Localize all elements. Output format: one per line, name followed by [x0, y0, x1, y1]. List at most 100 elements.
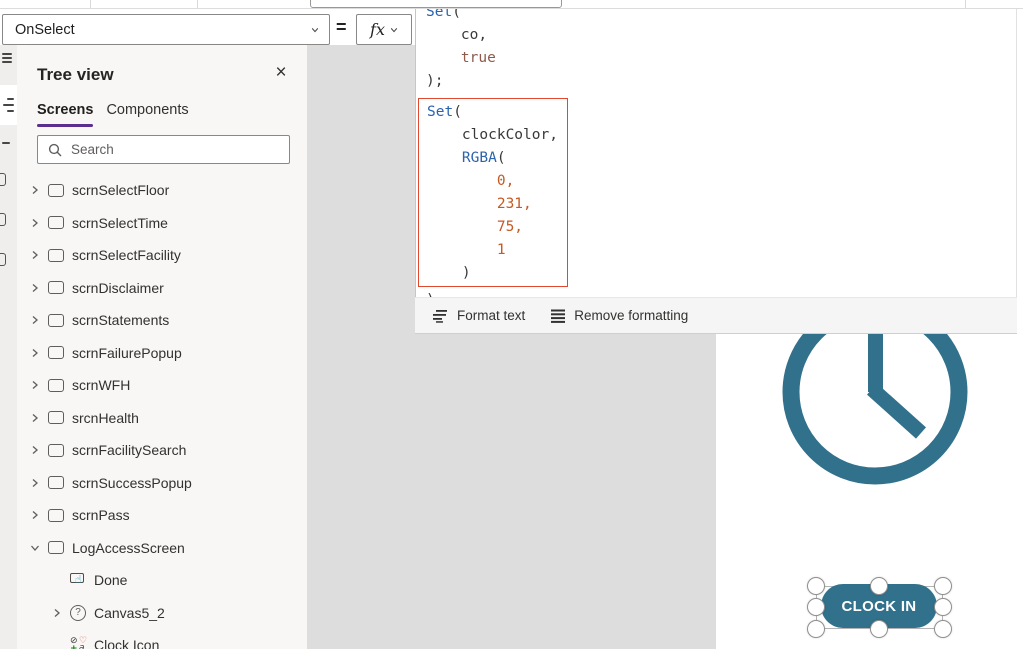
tree-item-label: srcnHealth: [72, 410, 139, 426]
tree-item-Done[interactable]: ☝Done: [17, 564, 307, 597]
property-selector-dropdown[interactable]: OnSelect: [2, 14, 330, 45]
tree-item-label: scrnFailurePopup: [72, 345, 182, 361]
tree-item-scrnFailurePopup[interactable]: scrnFailurePopup: [17, 337, 307, 370]
tree-item-Canvas5_2[interactable]: ?Canvas5_2: [17, 597, 307, 630]
tree-item-label: scrnWFH: [72, 377, 130, 393]
selection-handle-top[interactable]: [870, 577, 888, 595]
tree-item-scrnSelectTime[interactable]: scrnSelectTime: [17, 207, 307, 240]
tree-item-label: scrnSelectFloor: [72, 182, 169, 198]
chevron-right-icon[interactable]: [30, 315, 48, 325]
chevron-right-icon[interactable]: [30, 380, 48, 390]
screen-control-icon: [48, 541, 70, 554]
button-control-icon: ☝: [70, 572, 92, 588]
screen-control-icon: [48, 509, 70, 522]
chevron-right-icon[interactable]: [30, 510, 48, 520]
remove-formatting-label: Remove formatting: [574, 308, 688, 323]
chevron-down-icon[interactable]: [30, 543, 48, 553]
tree-item-scrnStatements[interactable]: scrnStatements: [17, 304, 307, 337]
rail-icon-partial[interactable]: [0, 213, 6, 226]
tree-item-label: scrnPass: [72, 507, 130, 523]
code-lines-top: Set( co, true);: [426, 9, 496, 93]
tree-item-label: Done: [94, 572, 127, 588]
selection-handle-right[interactable]: [934, 598, 952, 616]
tree-item-Clock-Icon[interactable]: ⊘♡+aClock Icon: [17, 629, 307, 649]
search-input[interactable]: [69, 141, 281, 158]
chevron-right-icon[interactable]: [30, 250, 48, 260]
tree-item-scrnPass[interactable]: scrnPass: [17, 499, 307, 532]
chevron-right-icon[interactable]: [30, 413, 48, 423]
tree-item-label: Canvas5_2: [94, 605, 165, 621]
tree-item-LogAccessScreen[interactable]: LogAccessScreen: [17, 532, 307, 565]
chevron-right-icon[interactable]: [30, 283, 48, 293]
property-selector-value: OnSelect: [15, 22, 311, 38]
toolbar-dropdown-partial[interactable]: [310, 0, 562, 8]
tree-item-srcnHealth[interactable]: srcnHealth: [17, 402, 307, 435]
selection-handle-bottom-right[interactable]: [934, 620, 952, 638]
tree-item-scrnWFH[interactable]: scrnWFH: [17, 369, 307, 402]
chevron-right-icon[interactable]: [30, 185, 48, 195]
chevron-right-icon[interactable]: [30, 478, 48, 488]
remove-formatting-icon: [551, 309, 566, 323]
tree-view-tabs: Screens Components: [37, 102, 189, 127]
code-highlight-box: Set( clockColor, RGBA( 0, 231, 75, 1 ): [418, 98, 568, 287]
rail-icon-partial[interactable]: [0, 253, 6, 266]
tree-item-label: scrnFacilitySearch: [72, 442, 186, 458]
chevron-right-icon[interactable]: [30, 218, 48, 228]
tree-item-label: LogAccessScreen: [72, 540, 185, 556]
chevron-down-icon: [311, 26, 319, 34]
tab-components[interactable]: Components: [106, 102, 188, 127]
toolbar-divider: [965, 0, 966, 9]
chevron-right-icon[interactable]: [30, 445, 48, 455]
chevron-down-icon: [390, 26, 398, 34]
app-canvas[interactable]: CLOCK IN: [716, 334, 1023, 649]
fx-dropdown[interactable]: fx: [356, 14, 412, 45]
search-icon: [48, 143, 62, 157]
chevron-right-icon[interactable]: [52, 608, 70, 618]
remove-formatting-button[interactable]: Remove formatting: [551, 308, 688, 323]
search-box[interactable]: [37, 135, 290, 164]
tab-screens[interactable]: Screens: [37, 102, 93, 127]
rail-icon-partial[interactable]: [2, 142, 10, 144]
selection-handle-bottom-left[interactable]: [807, 620, 825, 638]
equals-sign: =: [336, 17, 347, 38]
tree-item-scrnDisclaimer[interactable]: scrnDisclaimer: [17, 272, 307, 305]
tree-item-scrnFacilitySearch[interactable]: scrnFacilitySearch: [17, 434, 307, 467]
selection-handle-bottom[interactable]: [870, 620, 888, 638]
tree-item-scrnSelectFacility[interactable]: scrnSelectFacility: [17, 239, 307, 272]
screen-control-icon: [48, 476, 70, 489]
tree-item-scrnSelectFloor[interactable]: scrnSelectFloor: [17, 174, 307, 207]
toolbar-divider: [197, 0, 198, 9]
screen-control-icon: [48, 314, 70, 327]
code-line-tail: ): [426, 289, 435, 297]
code-lines-highlighted: Set( clockColor, RGBA( 0, 231, 75, 1 ): [427, 101, 567, 285]
screen-control-icon: [48, 379, 70, 392]
selection-handle-left[interactable]: [807, 598, 825, 616]
tree-item-label: scrnStatements: [72, 312, 169, 328]
formula-editor[interactable]: Set( co, true); Set( clockColor, RGBA( 0…: [415, 9, 1017, 297]
selection-handle-top-left[interactable]: [807, 577, 825, 595]
screen-control-icon: [48, 216, 70, 229]
selection-handle-top-right[interactable]: [934, 577, 952, 595]
screen-control-icon: [48, 249, 70, 262]
screen-control-icon: [48, 346, 70, 359]
tree-item-label: scrnSelectFacility: [72, 247, 181, 263]
close-icon[interactable]: ×: [269, 61, 293, 85]
chevron-right-icon[interactable]: [30, 348, 48, 358]
left-rail: [0, 45, 17, 649]
format-text-icon: [433, 309, 449, 323]
format-text-button[interactable]: Format text: [433, 308, 525, 323]
top-toolbar-sliver: [0, 0, 1023, 9]
formatting-toolbar: Format text Remove formatting: [415, 297, 1017, 334]
screen-control-icon: [48, 411, 70, 424]
rail-icon-partial[interactable]: [0, 173, 6, 186]
canvas-control-icon: ?: [70, 605, 92, 621]
tree-item-scrnSuccessPopup[interactable]: scrnSuccessPopup: [17, 467, 307, 500]
screen-control-icon: [48, 184, 70, 197]
screen-control-icon: [48, 281, 70, 294]
fx-icon: fx: [370, 20, 385, 39]
tree-item-label: Clock Icon: [94, 637, 159, 649]
icons-control-icon: ⊘♡+a: [70, 637, 92, 649]
screen-control-icon: [48, 444, 70, 457]
format-text-label: Format text: [457, 308, 525, 323]
screen-tree-list: scrnSelectFloor scrnSelectTime scrnSelectF…: [17, 174, 307, 649]
